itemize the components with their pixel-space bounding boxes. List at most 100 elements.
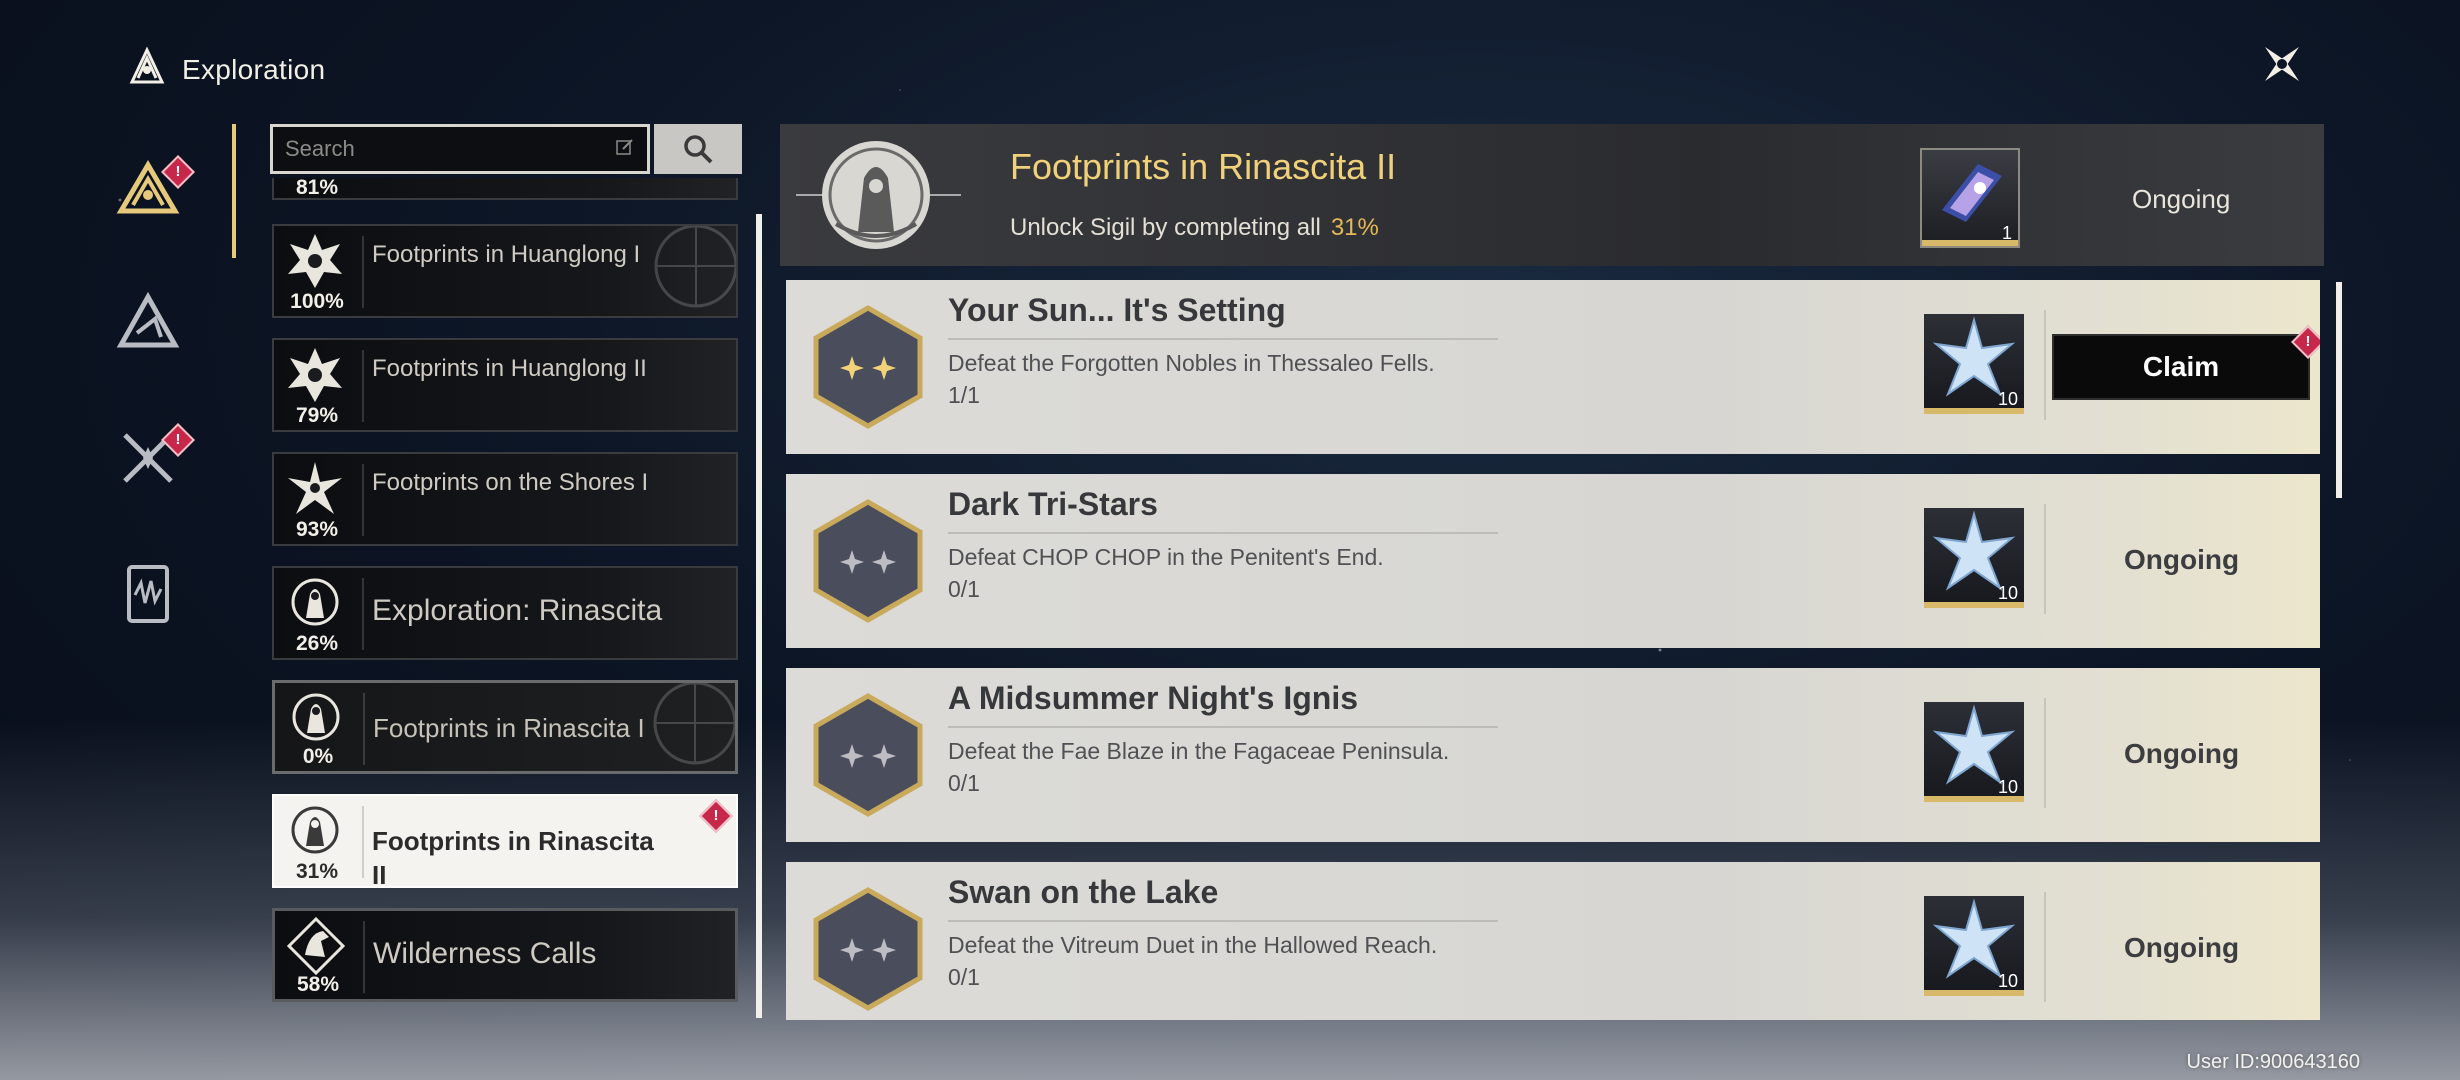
- sigil-reward[interactable]: 1: [1920, 148, 2020, 248]
- category-item[interactable]: 93% Footprints on the Shores I: [272, 452, 738, 546]
- achievement-description: Defeat the Forgotten Nobles in Thessaleo…: [948, 350, 1435, 376]
- astrite-reward[interactable]: 10: [1924, 314, 2024, 414]
- achievement-title: Swan on the Lake: [948, 874, 1219, 910]
- reward-rarity-bar: [1922, 240, 2018, 246]
- achievement-locked-icon: [813, 693, 923, 817]
- achievement-progress: 0/1: [948, 770, 980, 796]
- achievement-complete-icon: [813, 305, 923, 429]
- category-name: Exploration: Rinascita: [372, 594, 663, 627]
- category-percent: 31%: [295, 860, 339, 883]
- edit-icon: [615, 137, 635, 162]
- category-divider: [362, 236, 364, 308]
- achievement-description: Defeat the Fae Blaze in the Fagaceae Pen…: [948, 738, 1450, 764]
- alert-badge-text: !: [175, 163, 181, 180]
- reward-count: 10: [1997, 971, 2018, 991]
- row-divider: [2044, 504, 2046, 614]
- category-percent: 100%: [290, 290, 344, 313]
- achievement-locked-icon: [813, 887, 923, 1011]
- category-item[interactable]: 81%: [272, 178, 738, 200]
- row-divider: [2044, 698, 2046, 808]
- category-percent: 93%: [295, 518, 339, 541]
- astrite-reward[interactable]: 10: [1924, 896, 2024, 996]
- page-title: Exploration: [182, 53, 326, 85]
- sigil-card-icon: [1942, 164, 2002, 222]
- close-button[interactable]: [2254, 36, 2310, 92]
- title-underline: [948, 726, 1498, 728]
- achievement-row: A Midsummer Night's Ignis Defeat the Fae…: [786, 668, 2320, 842]
- category-percent: 58%: [296, 973, 340, 996]
- alert-badge: !: [699, 799, 733, 833]
- huanglong-emblem-icon: [284, 230, 346, 292]
- category-item[interactable]: 0% Footprints in Rinascita I: [272, 680, 738, 774]
- achievement-description: Defeat the Vitreum Duet in the Hallowed …: [948, 932, 1438, 958]
- reward-rarity-bar: [1924, 408, 2024, 414]
- row-divider: [2044, 310, 2046, 420]
- achievement-title: Your Sun... It's Setting: [948, 292, 1286, 328]
- category-divider: [362, 578, 364, 650]
- book-icon: [127, 565, 169, 623]
- summary-subtitle: Unlock Sigil by completing all 31%: [1010, 214, 1379, 242]
- category-name: Wilderness Calls: [373, 937, 597, 970]
- rail-tab-exploration[interactable]: !: [108, 150, 195, 230]
- category-name: Footprints in Huanglong II: [372, 355, 647, 382]
- reward-rarity-bar: [1924, 990, 2024, 996]
- peak-icon: [116, 291, 180, 348]
- category-decoration: [653, 683, 735, 765]
- category-percent: 79%: [295, 404, 339, 427]
- category-item[interactable]: 26% Exploration: Rinascita: [272, 566, 738, 660]
- rinascita-emblem-icon: [284, 800, 346, 862]
- category-percent: 26%: [295, 632, 339, 655]
- exploration-logo-icon: [124, 44, 170, 95]
- category-divider: [362, 806, 364, 878]
- reward-count: 10: [1997, 389, 2018, 409]
- astrite-reward[interactable]: 10: [1924, 508, 2024, 608]
- rail-tab-battle[interactable]: !: [108, 418, 195, 498]
- rinascita-emblem-icon: [285, 687, 347, 749]
- category-name: Footprints in Rinascita II: [372, 826, 654, 888]
- alert-badge-text: !: [2305, 333, 2311, 350]
- achievement-summary: Footprints in Rinascita II Unlock Sigil …: [780, 124, 2324, 266]
- row-divider: [2044, 892, 2046, 1002]
- search-button[interactable]: [654, 124, 742, 174]
- claim-button[interactable]: Claim: [2052, 334, 2310, 400]
- achievement-row: Swan on the Lake Defeat the Vitreum Duet…: [786, 862, 2320, 1020]
- wilderness-emblem-icon: [285, 915, 347, 977]
- achievement-progress: 0/1: [948, 964, 980, 990]
- astrite-reward[interactable]: 10: [1924, 702, 2024, 802]
- category-decoration: [654, 226, 736, 308]
- achievement-status: Ongoing: [2124, 932, 2240, 963]
- rail-tab-peak[interactable]: [108, 282, 188, 362]
- achievement-row: Your Sun... It's Setting Defeat the Forg…: [786, 280, 2320, 454]
- category-item-selected[interactable]: 31% Footprints in Rinascita II !: [272, 794, 738, 888]
- category-item[interactable]: 79% Footprints in Huanglong II: [272, 338, 738, 432]
- rinascita-sigil-icon: [786, 128, 966, 262]
- rinascita-emblem-icon: [284, 572, 346, 634]
- title-underline: [948, 338, 1498, 340]
- reward-rarity-bar: [1924, 602, 2024, 608]
- category-item[interactable]: 100% Footprints in Huanglong I: [272, 224, 738, 318]
- category-item[interactable]: 58% Wilderness Calls: [272, 908, 738, 1002]
- category-divider: [363, 921, 365, 993]
- achievement-locked-icon: [813, 499, 923, 623]
- search-field[interactable]: [270, 124, 650, 174]
- achievement-scrollbar[interactable]: [2336, 282, 2342, 498]
- category-list[interactable]: 81% 100% Footprints in Huanglong I 79% F…: [266, 178, 740, 1020]
- title-underline: [948, 532, 1498, 534]
- category-name: Footprints on the Shores I: [372, 469, 649, 496]
- summary-subtitle-text: Unlock Sigil by completing all: [1010, 214, 1321, 241]
- achievement-title: Dark Tri-Stars: [948, 486, 1158, 522]
- category-divider: [362, 350, 364, 422]
- rail-tab-journal[interactable]: [108, 554, 188, 634]
- category-scrollbar[interactable]: [756, 214, 762, 1018]
- achievement-list[interactable]: Your Sun... It's Setting Defeat the Forg…: [786, 280, 2320, 1020]
- summary-percent: 31%: [1330, 214, 1379, 241]
- category-divider: [362, 464, 364, 536]
- reward-count: 10: [1997, 777, 2018, 797]
- search-icon: [684, 135, 713, 164]
- search-input[interactable]: [285, 136, 615, 162]
- category-divider: [363, 693, 365, 765]
- summary-status: Ongoing: [2132, 184, 2231, 214]
- shores-emblem-icon: [284, 458, 346, 520]
- rail-active-indicator: [232, 124, 236, 258]
- category-percent: 0%: [302, 745, 334, 768]
